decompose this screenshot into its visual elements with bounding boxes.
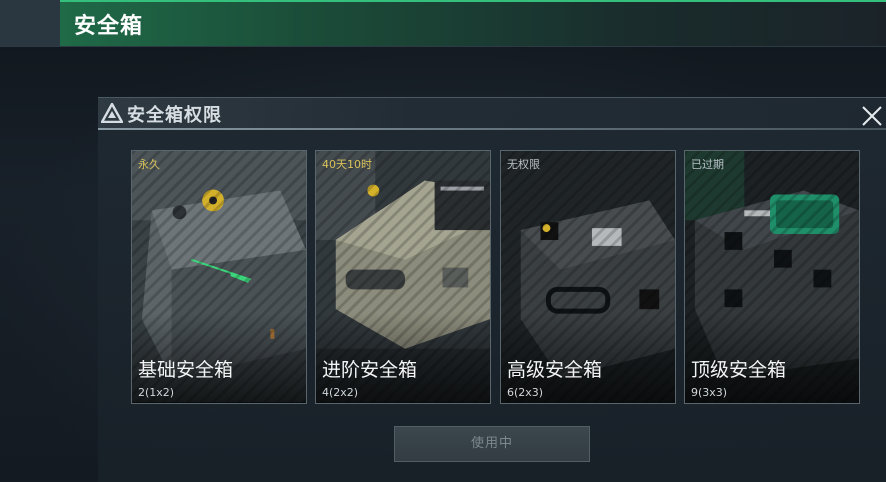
- page-title: 安全箱: [74, 14, 144, 39]
- card-capacity: 4(2x2): [322, 386, 359, 399]
- card-capacity: 6(2x3): [507, 386, 544, 399]
- dialog-divider: [98, 128, 886, 130]
- safe-box-card-advanced[interactable]: 40天10时 进阶安全箱 4(2x2): [315, 150, 491, 404]
- card-name: 基础安全箱: [138, 359, 234, 381]
- warning-icon: [101, 103, 123, 123]
- card-capacity: 9(3x3): [691, 386, 728, 399]
- safe-box-card-basic[interactable]: 永久 基础安全箱 2(1x2): [131, 150, 307, 404]
- in-use-button[interactable]: 使用中: [394, 426, 590, 462]
- safe-box-card-premium[interactable]: 无权限 高级安全箱 6(2x3): [500, 150, 676, 404]
- card-name: 顶级安全箱: [691, 359, 787, 381]
- close-icon[interactable]: [858, 102, 886, 130]
- card-name: 进阶安全箱: [322, 359, 418, 381]
- card-status: 无权限: [507, 158, 540, 171]
- safe-box-card-top[interactable]: 已过期 顶级安全箱 9(3x3): [684, 150, 860, 404]
- back-area[interactable]: [0, 0, 61, 46]
- dialog-title: 安全箱权限: [127, 105, 222, 126]
- title-banner: [60, 0, 886, 46]
- card-capacity: 2(1x2): [138, 386, 175, 399]
- card-status: 永久: [138, 158, 160, 171]
- card-name: 高级安全箱: [507, 359, 603, 381]
- card-status: 已过期: [691, 158, 724, 171]
- card-status: 40天10时: [322, 158, 372, 171]
